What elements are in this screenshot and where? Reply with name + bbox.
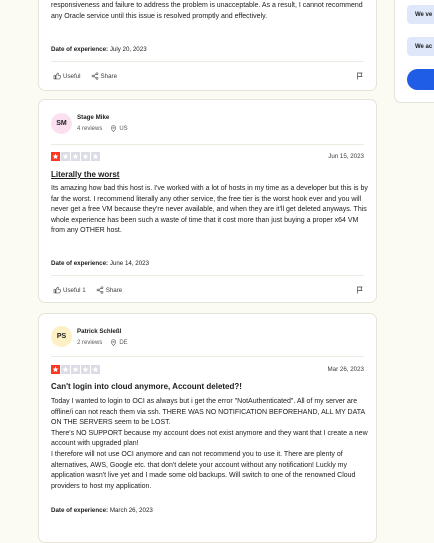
share-label: Share bbox=[105, 286, 123, 294]
star-icon bbox=[71, 152, 80, 161]
useful-button[interactable]: Useful 1 bbox=[53, 286, 86, 294]
flag-icon[interactable] bbox=[356, 286, 364, 294]
doe-value: June 14, 2023 bbox=[109, 260, 150, 267]
share-label: Share bbox=[100, 72, 118, 80]
avatar[interactable]: SM bbox=[51, 113, 72, 134]
review-count: 4 reviews bbox=[77, 125, 103, 132]
date-of-experience: Date of experience: March 26, 2023 bbox=[51, 507, 153, 514]
sidebar-action-button[interactable] bbox=[407, 69, 434, 90]
reviewer-location: DE bbox=[110, 339, 128, 346]
company-sidebar: We ve We ac bbox=[394, 0, 434, 103]
star-icon bbox=[71, 365, 80, 374]
sidebar-info-pill: We ac bbox=[407, 37, 434, 56]
share-icon bbox=[91, 72, 98, 80]
share-button[interactable]: Share bbox=[91, 72, 118, 80]
star-icon bbox=[91, 365, 100, 374]
review-card: responsiveness and failure to address th… bbox=[38, 0, 377, 91]
star-icon bbox=[61, 152, 70, 161]
doe-label: Date of experience: bbox=[51, 260, 109, 267]
review-date: Mar 26, 2023 bbox=[327, 366, 364, 373]
reviewer-name[interactable]: Patrick Schleßl bbox=[77, 328, 121, 335]
avatar[interactable]: PS bbox=[51, 326, 72, 347]
country-code: DE bbox=[119, 339, 128, 346]
review-actions: Useful Share bbox=[53, 72, 117, 80]
review-card: PS Patrick Schleßl 2 reviews DE Mar 26, … bbox=[38, 313, 377, 543]
thumbs-up-icon bbox=[53, 72, 61, 80]
divider bbox=[51, 275, 364, 276]
share-icon bbox=[96, 286, 104, 294]
review-card: SM Stage Mike 4 reviews US Jun 15, 2023 … bbox=[38, 99, 377, 303]
star-icon bbox=[81, 365, 90, 374]
review-body: Today I wanted to login to OCI as always… bbox=[51, 398, 368, 490]
thumbs-up-icon bbox=[53, 286, 61, 294]
share-button[interactable]: Share bbox=[96, 286, 123, 294]
country-code: US bbox=[119, 125, 128, 132]
sidebar-info-pill: We ve bbox=[407, 5, 434, 24]
doe-label: Date of experience: bbox=[51, 46, 109, 53]
star-icon bbox=[51, 152, 60, 161]
review-title[interactable]: Literally the worst bbox=[51, 170, 119, 179]
reviewer-location: US bbox=[110, 125, 128, 132]
doe-label: Date of experience: bbox=[51, 507, 109, 514]
divider bbox=[51, 356, 364, 357]
star-rating bbox=[51, 152, 100, 161]
review-actions: Useful 1 Share bbox=[53, 286, 122, 294]
flag-icon[interactable] bbox=[356, 72, 364, 80]
doe-value: July 20, 2023 bbox=[109, 46, 147, 53]
useful-label: Useful 1 bbox=[63, 286, 86, 294]
star-icon bbox=[91, 152, 100, 161]
review-date: Jun 15, 2023 bbox=[328, 153, 364, 160]
date-of-experience: Date of experience: June 14, 2023 bbox=[51, 260, 149, 267]
reviewer-meta: 2 reviews DE bbox=[77, 339, 128, 346]
location-pin-icon bbox=[111, 125, 117, 132]
star-icon bbox=[51, 365, 60, 374]
star-icon bbox=[61, 365, 70, 374]
review-body: Its amazing how bad this host is. I've w… bbox=[51, 185, 368, 235]
reviewer-name[interactable]: Stage Mike bbox=[77, 114, 109, 121]
divider bbox=[51, 144, 364, 145]
review-title[interactable]: Can't login into cloud anymore, Account … bbox=[51, 382, 242, 391]
reviewer-meta: 4 reviews US bbox=[77, 125, 128, 132]
useful-button[interactable]: Useful bbox=[53, 72, 81, 80]
review-count: 2 reviews bbox=[77, 339, 103, 346]
doe-value: March 26, 2023 bbox=[109, 507, 153, 514]
star-icon bbox=[81, 152, 90, 161]
star-rating bbox=[51, 365, 100, 374]
review-body: responsiveness and failure to address th… bbox=[51, 2, 363, 20]
date-of-experience: Date of experience: July 20, 2023 bbox=[51, 46, 147, 53]
divider bbox=[51, 61, 364, 62]
location-pin-icon bbox=[111, 339, 117, 346]
useful-label: Useful bbox=[63, 72, 81, 80]
